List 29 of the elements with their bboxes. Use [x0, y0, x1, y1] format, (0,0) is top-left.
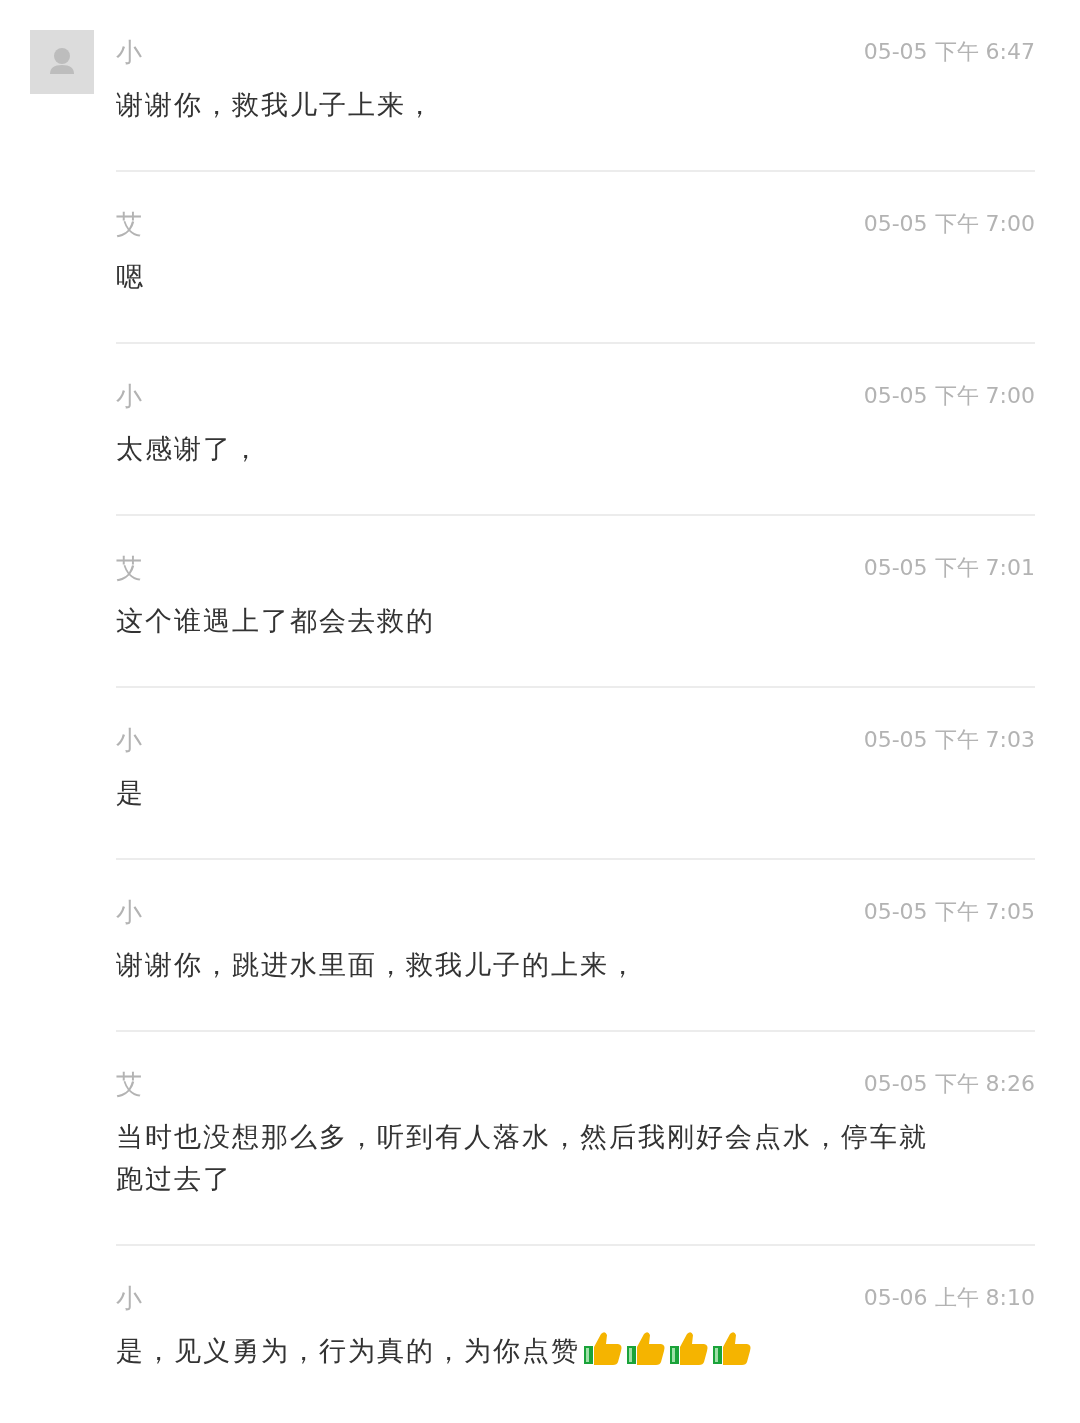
- sender-name: 艾: [116, 1067, 142, 1101]
- message-text: 当时也没想那么多，听到有人落水，然后我刚好会点水，停车就跑过去了: [116, 1120, 929, 1196]
- message-text: 这个谁遇上了都会去救的: [116, 604, 435, 638]
- sender-name: 小: [116, 1281, 142, 1315]
- sender-name: 艾: [116, 551, 142, 585]
- message-text: 太感谢了，: [116, 432, 261, 466]
- avatar-icon: [30, 30, 94, 94]
- message-text: 谢谢你，救我儿子上来，: [116, 88, 435, 122]
- message-text: 嗯: [116, 260, 145, 294]
- message-time: 05-05 下午 7:05: [863, 898, 1035, 926]
- thumbs-up-icon: [583, 1330, 623, 1366]
- message-time: 05-05 下午 7:00: [863, 382, 1035, 410]
- thumbs-up-icon: [712, 1330, 752, 1366]
- sender-name: 小: [116, 723, 142, 757]
- thumbs-up-icon: [626, 1330, 666, 1366]
- message-time: 05-05 下午 7:03: [863, 726, 1035, 754]
- sender-name: 小: [116, 895, 142, 929]
- message-time: 05-05 下午 8:26: [863, 1070, 1035, 1098]
- message-time: 05-05 下午 7:01: [863, 554, 1035, 582]
- sender-name: 艾: [116, 207, 142, 241]
- message-time: 05-05 下午 7:00: [863, 210, 1035, 238]
- thumbs-up-icon: [669, 1330, 709, 1366]
- message-text: 是，见义勇为，行为真的，为你点赞: [116, 1330, 752, 1372]
- sender-name: 小: [116, 379, 142, 413]
- message-time: 05-05 下午 6:47: [863, 38, 1035, 66]
- message-text: 是: [116, 776, 145, 810]
- sender-name: 小: [116, 35, 142, 69]
- message-time: 05-06 上午 8:10: [863, 1284, 1035, 1312]
- message-text: 谢谢你，跳进水里面，救我儿子的上来，: [116, 948, 638, 982]
